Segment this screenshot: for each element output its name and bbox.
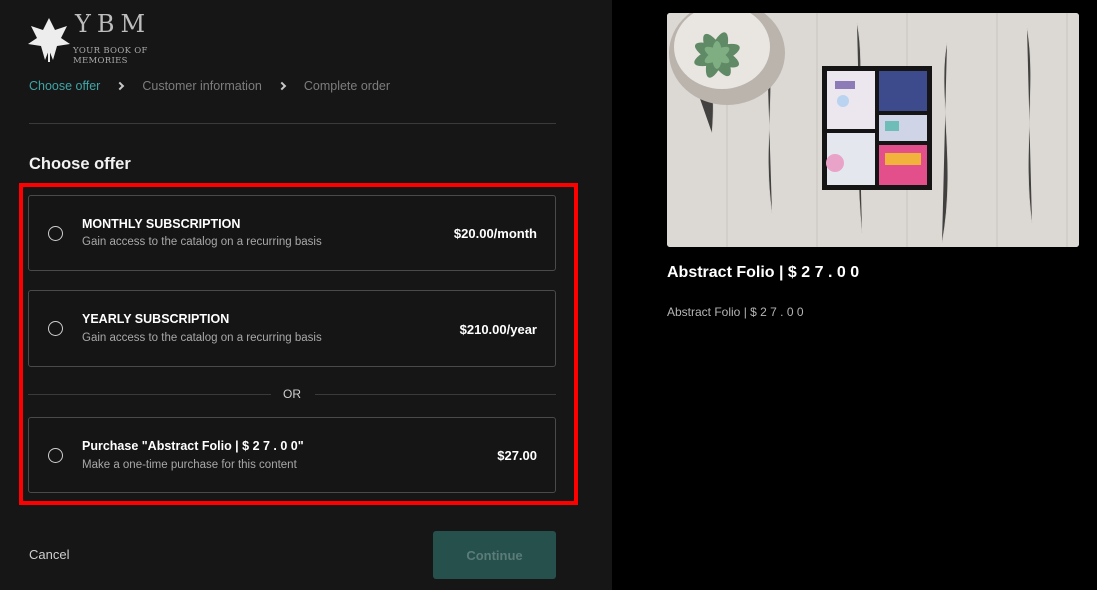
product-image xyxy=(667,13,1079,247)
checkout-panel: YBM YOUR BOOK OF MEMORIES Choose offer C… xyxy=(0,0,612,590)
offer-name: Purchase "Abstract Folio | $ 2 7 . 0 0" xyxy=(82,439,304,453)
product-photo xyxy=(667,13,1079,247)
offer-description: Make a one-time purchase for this conten… xyxy=(82,459,297,471)
breadcrumb: Choose offer Customer information Comple… xyxy=(29,79,390,93)
chevron-right-icon xyxy=(116,81,125,91)
breadcrumb-choose-offer[interactable]: Choose offer xyxy=(29,79,100,93)
offer-price: $27.00 xyxy=(497,448,537,463)
breadcrumb-customer-information[interactable]: Customer information xyxy=(142,79,262,93)
chevron-right-icon xyxy=(277,81,287,91)
brand-name: YBM xyxy=(75,10,152,38)
product-description: Abstract Folio | $ 2 7 . 0 0 xyxy=(667,305,804,319)
cancel-button[interactable]: Cancel xyxy=(29,547,69,562)
brand-logo[interactable]: YBM YOUR BOOK OF MEMORIES xyxy=(27,10,187,66)
brand-tagline: YOUR BOOK OF MEMORIES xyxy=(73,46,148,66)
product-panel: Abstract Folio | $ 2 7 . 0 0 Abstract Fo… xyxy=(612,0,1097,590)
offer-yearly-subscription[interactable]: YEARLY SUBSCRIPTION Gain access to the c… xyxy=(28,290,556,367)
radio-monthly[interactable] xyxy=(48,226,63,241)
section-title: Choose offer xyxy=(29,155,131,173)
offer-name: YEARLY SUBSCRIPTION xyxy=(82,312,230,326)
leaf-logo-icon xyxy=(28,18,70,62)
offer-monthly-subscription[interactable]: MONTHLY SUBSCRIPTION Gain access to the … xyxy=(28,195,556,271)
or-separator: OR xyxy=(28,386,556,402)
radio-purchase[interactable] xyxy=(48,448,63,463)
continue-button[interactable]: Continue xyxy=(433,531,556,579)
offer-description: Gain access to the catalog on a recurrin… xyxy=(82,332,322,344)
offer-price: $210.00/year xyxy=(459,322,537,337)
offer-name: MONTHLY SUBSCRIPTION xyxy=(82,217,241,231)
offer-one-time-purchase[interactable]: Purchase "Abstract Folio | $ 2 7 . 0 0" … xyxy=(28,417,556,493)
offer-description: Gain access to the catalog on a recurrin… xyxy=(82,236,322,248)
offer-price: $20.00/month xyxy=(453,226,537,241)
breadcrumb-complete-order[interactable]: Complete order xyxy=(304,79,390,93)
product-title: Abstract Folio | $ 2 7 . 0 0 xyxy=(667,264,860,281)
divider xyxy=(29,123,556,124)
radio-yearly[interactable] xyxy=(48,321,63,336)
